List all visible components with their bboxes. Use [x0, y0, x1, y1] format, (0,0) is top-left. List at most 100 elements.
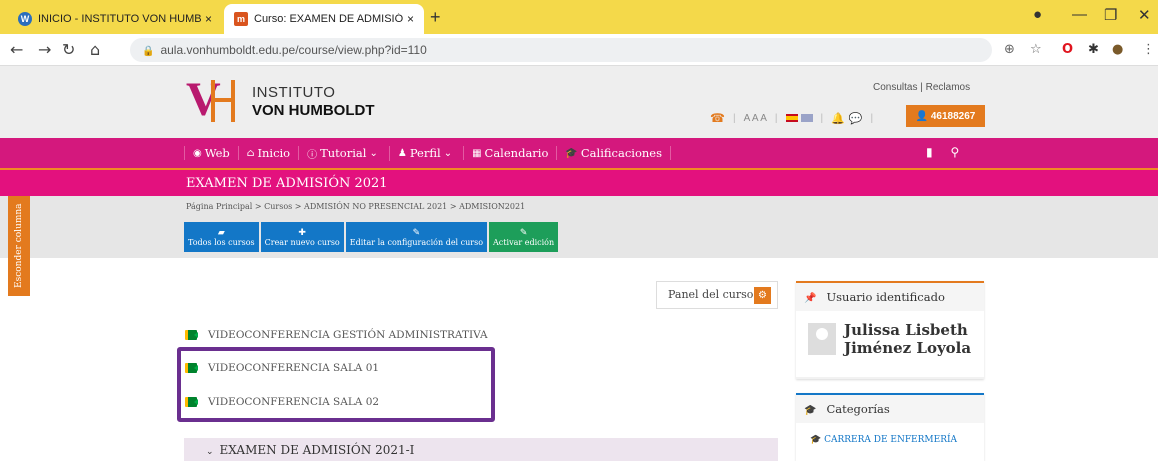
profile-icon[interactable]: ●	[1033, 6, 1042, 23]
block-header[interactable]: 🎓 Categorías	[796, 393, 984, 423]
extensions-puzzle-icon[interactable]: ✱	[1088, 42, 1099, 57]
course-title: EXAMEN DE ADMISIÓN 2021	[186, 176, 388, 191]
menu-item-inicio[interactable]: ⌂ Inicio	[239, 146, 300, 160]
wordpress-icon: W	[18, 12, 32, 26]
chevron-down-icon: ⌄	[206, 447, 214, 457]
user-icon: ♟	[397, 147, 407, 159]
close-window-button[interactable]: ✕	[1138, 6, 1151, 24]
consultas-link[interactable]: Consultas | Reclamos	[873, 82, 970, 93]
menu-item-perfil[interactable]: ♟ Perfil ⌄	[390, 146, 465, 160]
button-label: Todos los cursos	[188, 237, 255, 247]
header-tools: ☎ | A A A | | 🔔 💬 |	[710, 111, 874, 125]
course-panel-button[interactable]: Panel del curso ⚙	[656, 281, 778, 309]
bookmark-icon[interactable]: ▮	[926, 145, 933, 159]
browser-tab-curso[interactable]: m Curso: EXAMEN DE ADMISIÓN 2( ×	[224, 4, 424, 34]
user-menu-button[interactable]: 👤 46188267	[906, 105, 985, 127]
font-size-control[interactable]: A A A	[744, 113, 767, 124]
phone-icon[interactable]: ☎	[710, 111, 725, 125]
url-text: aula.vonhumboldt.edu.pe/course/view.php?…	[160, 43, 427, 57]
button-label: Crear nuevo curso	[264, 237, 340, 247]
logo-h-mark	[211, 80, 235, 122]
graduation-cap-icon: 🎓	[804, 405, 817, 416]
avatar-icon[interactable]: ●	[1112, 42, 1123, 57]
logo-text-line1[interactable]: INSTITUTO	[252, 84, 335, 101]
gear-icon: ⚙	[754, 287, 771, 304]
categories-block: 🎓 Categorías 🎓 CARRERA DE ENFERMERÍA	[796, 393, 984, 461]
site-header: V INSTITUTO VON HUMBOLDT Consultas | Rec…	[0, 66, 1158, 138]
menu-item-calendario[interactable]: ▦ Calendario	[464, 146, 558, 160]
breadcrumb[interactable]: Página Principal > Cursos > ADMISIÓN NO …	[186, 202, 525, 211]
url-input[interactable]: 🔒 aula.vonhumboldt.edu.pe/course/view.php…	[130, 38, 992, 62]
tab-title: Curso: EXAMEN DE ADMISIÓN 2(	[254, 13, 403, 25]
new-tab-button[interactable]: +	[430, 7, 441, 28]
kebab-menu-icon[interactable]: ⋮	[1142, 42, 1155, 57]
opera-extension-icon[interactable]: O	[1062, 42, 1073, 57]
create-course-button[interactable]: ✚ Crear nuevo curso	[260, 222, 344, 252]
chevron-down-icon: ⌄	[369, 147, 378, 159]
back-icon[interactable]: ←	[10, 40, 23, 59]
menu-right-tools: ▮ ⚲	[926, 145, 959, 159]
logged-user-block: 📌 Usuario identificado Julissa Lisbeth Jim…	[796, 281, 984, 379]
zoom-icon[interactable]: ⊕	[1004, 42, 1015, 57]
activity-videoconf-gestion[interactable]: VIDEOCONFERENCIA GESTIÓN ADMINISTRATIVA	[185, 329, 488, 341]
bookmark-star-icon[interactable]: ☆	[1030, 42, 1042, 57]
block-title: Usuario identificado	[826, 290, 945, 304]
breadcrumb-bar: Página Principal > Cursos > ADMISIÓN NO …	[0, 196, 1158, 258]
edit-icon: ✎	[412, 227, 421, 238]
menu-label: Inicio	[257, 146, 291, 160]
notifications-bell-icon[interactable]: 🔔	[831, 112, 845, 125]
edit-settings-button[interactable]: ✎ Editar la configuración del curso	[345, 222, 488, 252]
button-label: Activar edición	[493, 237, 555, 247]
search-icon[interactable]: ⚲	[950, 145, 959, 159]
google-meet-icon	[185, 330, 198, 340]
graduation-cap-icon: 🎓	[810, 435, 825, 445]
reload-icon[interactable]: ↻	[62, 40, 75, 59]
course-title-bar: EXAMEN DE ADMISIÓN 2021	[0, 168, 1158, 196]
globe-icon: ◉	[193, 147, 202, 159]
hide-column-toggle[interactable]: Esconder columna	[8, 196, 30, 296]
user-id: 46188267	[930, 110, 976, 122]
browser-tab-inicio[interactable]: W INICIO - INSTITUTO VON HUMB( ×	[8, 4, 222, 34]
address-bar-row: ← → ↻ ⌂ 🔒 aula.vonhumboldt.edu.pe/course/…	[0, 34, 1158, 66]
block-title: Categorías	[826, 402, 890, 416]
menu-label: Perfil	[409, 146, 441, 160]
main-menu: ◉ Web ⌂ Inicio ⓘ Tutorial ⌄ ♟ Perfil ⌄ ▦ Calend…	[184, 138, 671, 168]
messages-icon[interactable]: 💬	[849, 112, 863, 125]
tab-close-icon[interactable]: ×	[407, 12, 414, 26]
home-icon: ⌂	[246, 147, 255, 159]
block-header[interactable]: 📌 Usuario identificado	[796, 281, 984, 311]
spanish-flag-icon[interactable]	[785, 114, 798, 122]
english-flag-icon[interactable]	[800, 114, 813, 122]
logo-text-line2[interactable]: VON HUMBOLDT	[252, 102, 375, 119]
menu-item-web[interactable]: ◉ Web	[184, 146, 239, 160]
tab-title: INICIO - INSTITUTO VON HUMB(	[38, 13, 201, 25]
menu-label: Calificaciones	[580, 146, 662, 160]
course-actions: ▰ Todos los cursos ✚ Crear nuevo curso ✎ Ed…	[184, 222, 560, 252]
menu-label: Web	[204, 146, 230, 160]
calendar-icon: ▦	[472, 147, 482, 159]
home-icon[interactable]: ⌂	[90, 40, 100, 59]
menu-item-calificaciones[interactable]: 🎓 Calificaciones	[557, 146, 671, 160]
edit-icon: ✎	[519, 227, 528, 238]
plus-icon: ✚	[298, 227, 306, 238]
main-menu-bar: ◉ Web ⌂ Inicio ⓘ Tutorial ⌄ ♟ Perfil ⌄ ▦ Calend…	[0, 138, 1158, 168]
user-name[interactable]: Julissa Lisbeth Jiménez Loyola	[844, 321, 971, 357]
section-header[interactable]: ⌄ EXAMEN DE ADMISIÓN 2021-I	[184, 438, 778, 461]
menu-item-tutorial[interactable]: ⓘ Tutorial ⌄	[299, 145, 390, 161]
avatar[interactable]	[808, 323, 836, 355]
maximize-button[interactable]: ❐	[1104, 6, 1117, 24]
tab-close-icon[interactable]: ×	[205, 12, 212, 26]
section-title: EXAMEN DE ADMISIÓN 2021-I	[219, 443, 415, 457]
user-icon: 👤	[915, 110, 931, 122]
browser-tab-bar: W INICIO - INSTITUTO VON HUMB( × m Curso…	[0, 0, 1158, 34]
category-item[interactable]: 🎓 CARRERA DE ENFERMERÍA	[796, 423, 984, 461]
minimize-button[interactable]: —	[1072, 6, 1087, 23]
lock-icon: 🔒	[142, 46, 155, 57]
forward-icon[interactable]: →	[38, 40, 51, 59]
info-icon: ⓘ	[307, 149, 318, 161]
highlight-box	[177, 347, 495, 422]
user-name-line2: Jiménez Loyola	[844, 339, 972, 357]
chevron-down-icon: ⌄	[443, 147, 453, 159]
all-courses-button[interactable]: ▰ Todos los cursos	[184, 222, 259, 252]
turn-editing-on-button[interactable]: ✎ Activar edición	[489, 222, 559, 252]
